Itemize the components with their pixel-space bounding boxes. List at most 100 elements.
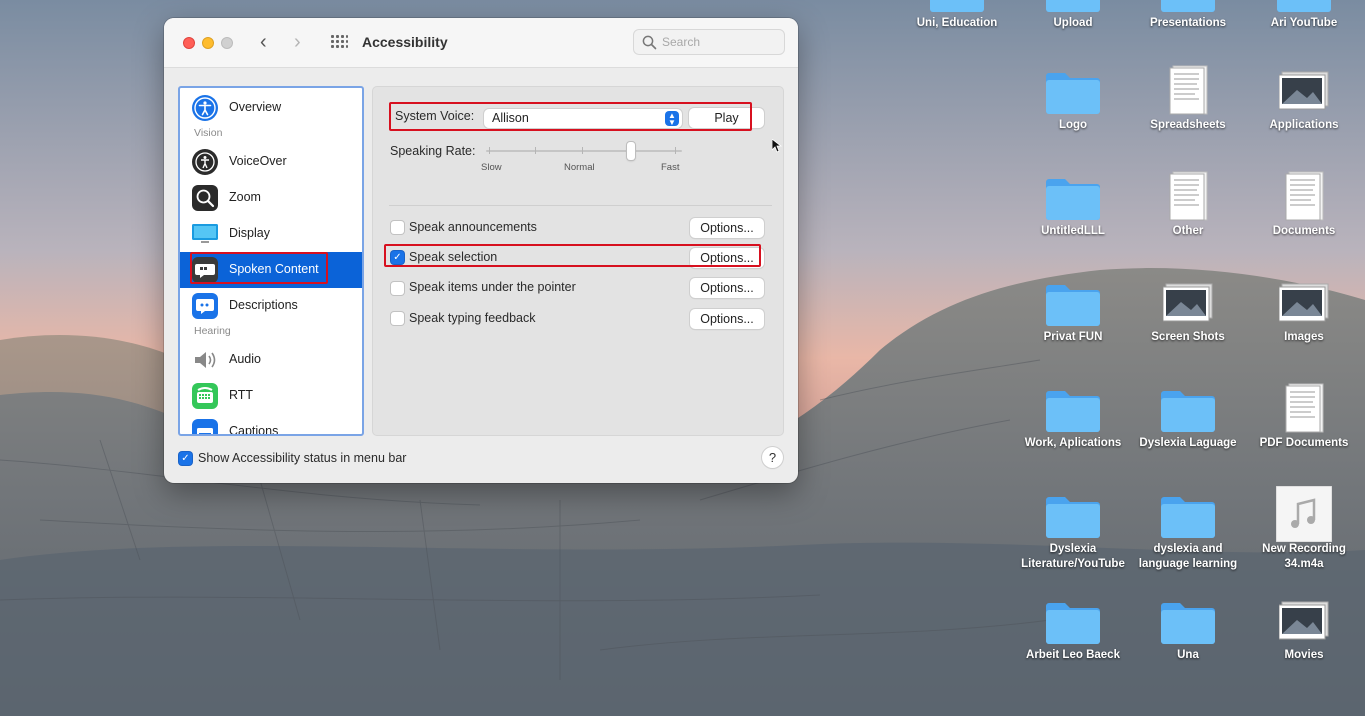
mouse-pointer-icon [772,139,782,153]
sidebar-item-captions[interactable]: Captions [180,414,362,436]
document-icon [1275,380,1333,436]
captions-icon [192,419,218,436]
desktop-item-label: Other [1130,224,1246,239]
speaking-rate-track[interactable] [486,150,682,152]
desktop-item-label: Work, Aplications [1015,436,1131,451]
display-icon [192,221,218,247]
desktop-item-spreadsheets[interactable]: Spreadsheets [1130,62,1246,133]
speak-selection-checkbox[interactable]: ✓ [391,251,404,264]
image-file-icon [1275,592,1333,648]
speak-pointer-items-options-button[interactable]: Options... [690,278,764,298]
sidebar-item-spoken-content[interactable]: Spoken Content [180,252,362,288]
spoken-content-icon [192,257,218,283]
folder-icon [1159,592,1217,648]
sidebar-item-display[interactable]: Display [180,216,362,252]
forward-button[interactable]: › [294,31,301,53]
desktop-item-label: Dyslexia Literature/YouTube [1015,542,1131,572]
sidebar-item-zoom[interactable]: Zoom [180,180,362,216]
sidebar-item-voiceover[interactable]: VoiceOver [180,144,362,180]
desktop-item-label: Uni, Education [899,16,1015,31]
folder-icon [1044,592,1102,648]
desktop-item-screen-shots[interactable]: Screen Shots [1130,274,1246,345]
speak-announcements-label: Speak announcements [409,220,537,234]
folder-icon [1159,380,1217,436]
speak-pointer-items-label: Speak items under the pointer [409,280,576,294]
desktop-item-dyslexia-and-language-learning[interactable]: dyslexia and language learning [1130,486,1246,572]
desktop-item-dyslexia-literature-youtube[interactable]: Dyslexia Literature/YouTube [1015,486,1131,572]
desktop-item-arbeit-leo-baeck[interactable]: Arbeit Leo Baeck [1015,592,1131,663]
speaking-rate-label: Speaking Rate: [390,144,475,158]
show-all-grid-icon[interactable] [331,35,348,50]
desktop-item-documents[interactable]: Documents [1246,168,1362,239]
search-input[interactable] [662,33,780,51]
sidebar-section-hearing: Hearing [194,325,231,337]
speak-typing-feedback-checkbox[interactable] [391,312,404,325]
speak-announcements-checkbox[interactable] [391,221,404,234]
desktop-item-logo[interactable]: Logo [1015,62,1131,133]
image-file-icon [1275,62,1333,118]
sidebar-item-overview[interactable]: Overview [180,90,362,126]
speak-announcements-options-button[interactable]: Options... [690,218,764,238]
desktop-item-upload[interactable]: Upload [1015,0,1131,31]
desktop-item-label: Images [1246,330,1362,345]
audio-file-icon [1275,486,1333,542]
desktop-item-images[interactable]: Images [1246,274,1362,345]
desktop-item-label: UntitledLLL [1015,224,1131,239]
minimize-button[interactable] [202,37,214,49]
folder-icon [1044,380,1102,436]
sidebar-item-descriptions[interactable]: Descriptions [180,288,362,324]
speak-typing-feedback-options-button[interactable]: Options... [690,309,764,329]
sidebar-item-label: Descriptions [229,298,298,312]
sidebar-item-rtt[interactable]: RTT [180,378,362,414]
desktop-item-work-aplications[interactable]: Work, Aplications [1015,380,1131,451]
desktop-item-label: New Recording 34.m4a [1246,542,1362,572]
folder-icon [1159,486,1217,542]
desktop-item-new-recording-34-m4a[interactable]: New Recording 34.m4a [1246,486,1362,572]
desktop-item-label: PDF Documents [1246,436,1362,451]
folder-icon [1275,0,1333,16]
play-button[interactable]: Play [689,108,764,128]
desktop-item-label: Spreadsheets [1130,118,1246,133]
sidebar-item-audio[interactable]: Audio [180,342,362,378]
desktop-item-label: Una [1130,648,1246,663]
desktop-item-presentations[interactable]: Presentations [1130,0,1246,31]
accessibility-window: ‹ › Accessibility Overview Vision [164,18,798,483]
sidebar-item-label: Overview [229,100,281,114]
show-status-checkbox[interactable]: ✓ [179,452,192,465]
slider-tick [535,147,536,154]
folder-icon [1044,274,1102,330]
desktop-item-untitledlll[interactable]: UntitledLLL [1015,168,1131,239]
sidebar-item-label: Spoken Content [229,262,319,276]
desktop-item-label: Upload [1015,16,1131,31]
desktop-item-label: Applications [1246,118,1362,133]
desktop-item-label: Screen Shots [1130,330,1246,345]
search-icon [642,35,657,50]
desktop-item-label: Dyslexia Laguage [1130,436,1246,451]
desktop-item-privat-fun[interactable]: Privat FUN [1015,274,1131,345]
desktop-item-movies[interactable]: Movies [1246,592,1362,663]
help-button[interactable]: ? [762,447,783,468]
speak-pointer-items-checkbox[interactable] [391,282,404,295]
speaking-rate-slider-knob[interactable] [627,142,635,160]
zoom-button[interactable] [221,37,233,49]
desktop-item-una[interactable]: Una [1130,592,1246,663]
slider-tick [582,147,583,154]
sidebar-item-label: Zoom [229,190,261,204]
folder-icon [1044,486,1102,542]
desktop-item-uni-education[interactable]: Uni, Education [899,0,1015,31]
rate-tick-fast: Fast [661,162,679,173]
rtt-icon [192,383,218,409]
folder-icon [1044,62,1102,118]
desktop-item-applications[interactable]: Applications [1246,62,1362,133]
search-field[interactable] [633,29,785,55]
back-button[interactable]: ‹ [260,31,267,53]
desktop-item-ari-youtube[interactable]: Ari YouTube [1246,0,1362,31]
folder-icon [1044,168,1102,224]
speak-selection-options-button[interactable]: Options... [690,248,764,268]
voiceover-icon [192,149,218,175]
system-voice-popup[interactable]: Allison ▲▼ [484,109,682,128]
desktop-item-pdf-documents[interactable]: PDF Documents [1246,380,1362,451]
desktop-item-other[interactable]: Other [1130,168,1246,239]
desktop-item-dyslexia-laguage[interactable]: Dyslexia Laguage [1130,380,1246,451]
close-button[interactable] [183,37,195,49]
